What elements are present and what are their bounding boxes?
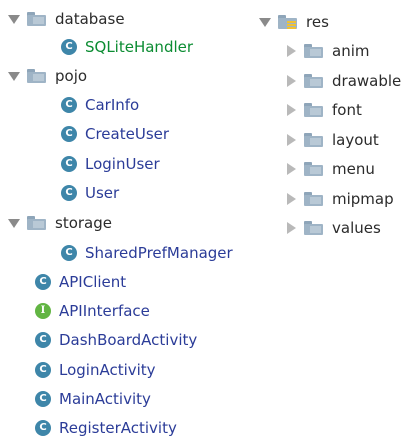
class-icon: C: [35, 390, 51, 407]
collapse-arrow-icon[interactable]: [285, 192, 297, 205]
collapse-arrow-icon[interactable]: [285, 74, 297, 87]
tree-file-sharedprefmanager[interactable]: C SharedPrefManager: [61, 238, 233, 267]
tree-file-label: DashBoardActivity: [59, 330, 198, 349]
tree-file-loginactivity[interactable]: C LoginActivity: [35, 355, 156, 384]
tree-file-apiclient[interactable]: C APIClient: [35, 267, 126, 296]
tree-folder-label: values: [332, 218, 381, 237]
collapse-arrow-icon[interactable]: [285, 221, 297, 234]
tree-folder-label: mipmap: [332, 189, 394, 208]
tree-file-label: APIInterface: [59, 301, 150, 320]
folder-icon: [27, 68, 46, 83]
tree-file-label: LoginActivity: [59, 360, 156, 379]
collapse-arrow-icon[interactable]: [285, 44, 297, 57]
class-icon: C: [35, 331, 51, 348]
tree-folder-layout[interactable]: layout: [285, 125, 379, 154]
tree-file-createuser[interactable]: C CreateUser: [61, 119, 169, 148]
collapse-arrow-icon[interactable]: [285, 133, 297, 146]
tree-file-label: CarInfo: [85, 95, 140, 114]
class-icon: C: [35, 273, 51, 290]
tree-file-label: LoginUser: [85, 154, 160, 173]
class-icon: C: [61, 155, 77, 172]
folder-icon: [304, 161, 323, 176]
tree-folder-font[interactable]: font: [285, 95, 362, 124]
expand-arrow-icon[interactable]: [8, 70, 20, 82]
tree-folder-drawable[interactable]: drawable: [285, 66, 401, 95]
tree-file-label: SharedPrefManager: [85, 243, 233, 262]
tree-file-carinfo[interactable]: C CarInfo: [61, 90, 139, 119]
class-icon: C: [61, 184, 77, 201]
tree-folder-mipmap[interactable]: mipmap: [285, 184, 394, 213]
collapse-arrow-icon[interactable]: [285, 103, 297, 116]
class-icon: C: [61, 96, 77, 113]
folder-icon: [27, 11, 46, 26]
tree-folder-database[interactable]: database: [8, 4, 125, 33]
folder-icon: [304, 132, 323, 147]
tree-file-loginuser[interactable]: C LoginUser: [61, 149, 160, 178]
tree-file-label: User: [85, 183, 120, 202]
class-icon: C: [35, 419, 51, 436]
collapse-arrow-icon[interactable]: [285, 162, 297, 175]
expand-arrow-icon[interactable]: [8, 13, 20, 25]
tree-file-label: MainActivity: [59, 389, 151, 408]
tree-file-mainactivity[interactable]: C MainActivity: [35, 384, 151, 413]
tree-folder-anim[interactable]: anim: [285, 36, 369, 65]
tree-folder-label: storage: [55, 213, 112, 232]
tree-file-label: APIClient: [59, 272, 127, 291]
expand-arrow-icon[interactable]: [8, 217, 20, 229]
tree-folder-label: pojo: [55, 66, 88, 85]
tree-folder-label: menu: [332, 159, 375, 178]
folder-icon: [304, 191, 323, 206]
folder-icon: [304, 43, 323, 58]
folder-icon: [304, 73, 323, 88]
folder-icon: [304, 220, 323, 235]
tree-folder-storage[interactable]: storage: [8, 208, 112, 237]
tree-file-label: CreateUser: [85, 124, 170, 143]
tree-file-label: SQLiteHandler: [85, 37, 194, 56]
tree-folder-label: font: [332, 100, 362, 119]
tree-folder-label: drawable: [332, 71, 402, 90]
tree-folder-label: anim: [332, 41, 370, 60]
tree-folder-res[interactable]: res: [259, 7, 329, 36]
tree-file-label: RegisterActivity: [59, 418, 177, 437]
tree-file-apiinterface[interactable]: I APIInterface: [35, 296, 150, 325]
class-icon: C: [61, 38, 77, 55]
tree-folder-label: database: [55, 9, 125, 28]
folder-icon: [27, 215, 46, 230]
tree-folder-menu[interactable]: menu: [285, 154, 375, 183]
tree-folder-label: layout: [332, 130, 379, 149]
class-icon: C: [61, 244, 77, 261]
tree-file-user[interactable]: C User: [61, 178, 119, 207]
tree-folder-label: res: [306, 12, 329, 31]
resource-folder-icon: [278, 14, 297, 29]
class-icon: C: [61, 125, 77, 142]
tree-folder-values[interactable]: values: [285, 213, 381, 242]
tree-file-dashboardactivity[interactable]: C DashBoardActivity: [35, 325, 197, 354]
class-icon: C: [35, 361, 51, 378]
folder-icon: [304, 102, 323, 117]
expand-arrow-icon[interactable]: [259, 16, 271, 28]
tree-file-sqlitehandler[interactable]: C SQLiteHandler: [61, 32, 193, 61]
interface-icon: I: [35, 302, 51, 319]
tree-folder-pojo[interactable]: pojo: [8, 61, 87, 90]
